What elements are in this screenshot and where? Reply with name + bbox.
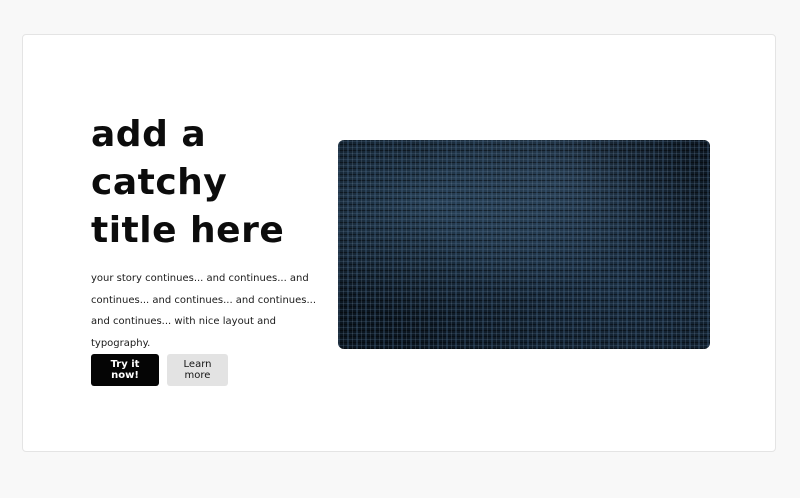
try-it-now-button[interactable]: Try it now! (91, 354, 159, 386)
hero-title: add a catchy title here (91, 114, 285, 251)
hero-description: your story continues... and continues...… (91, 273, 317, 349)
learn-more-button[interactable]: Learn more (167, 354, 228, 386)
hero-card: add a catchy title here your story conti… (22, 34, 776, 452)
hero-image (338, 140, 710, 349)
